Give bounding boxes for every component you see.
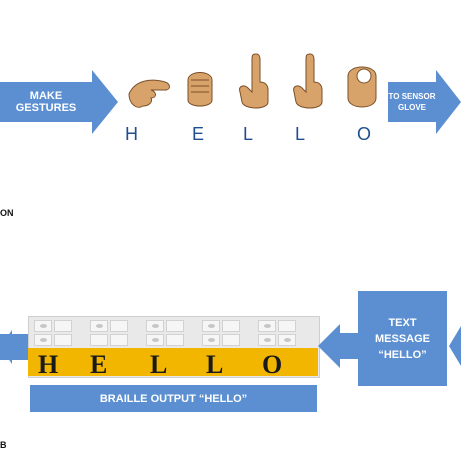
letter-h: H [125, 124, 138, 144]
hand-e-icon [187, 72, 213, 107]
braille-output-label: BRAILLE OUTPUT “HELLO” [99, 392, 248, 405]
to-sensor-glove-arrow: TO SENSOR GLOVE [388, 82, 436, 122]
text-message-line1: TEXT [388, 316, 417, 329]
caption-fragment-bottom: B [0, 440, 7, 450]
braille-output-left-arrow-head [0, 330, 12, 364]
letter-e: E [192, 124, 205, 144]
hand-l2-icon [293, 53, 323, 109]
braille-output-label-bar: BRAILLE OUTPUT “HELLO” [30, 385, 317, 412]
braille-letter-l1: L [150, 350, 172, 379]
make-gestures-arrow-head [92, 70, 118, 134]
hand-h-icon [128, 79, 170, 108]
letter-l2: L [295, 124, 306, 144]
text-message-line2: MESSAGE [374, 332, 430, 345]
text-to-braille-arrow-head [318, 324, 340, 368]
caption-fragment-top: ON [0, 208, 14, 218]
letter-o: O [357, 124, 372, 144]
text-message-in-arrow-head [449, 326, 461, 366]
braille-letter-l2: L [206, 350, 228, 379]
braille-letter-o: O [262, 350, 287, 379]
diagram-canvas: MAKE GESTURES TO SENSOR GLOVE H E L L O … [0, 0, 461, 461]
hand-l1-icon [239, 53, 269, 109]
braille-letter-h: H [38, 350, 63, 379]
make-gestures-label: MAKE GESTURES [15, 90, 77, 114]
to-sensor-glove-arrow-head [436, 70, 461, 134]
text-message-box: TEXT MESSAGE “HELLO” [358, 291, 447, 386]
text-to-braille-arrow [340, 333, 358, 359]
letter-l1: L [243, 124, 254, 144]
to-sensor-label-line1: TO SENSOR [388, 92, 436, 101]
make-gestures-arrow: MAKE GESTURES [0, 82, 92, 122]
hand-o-icon [347, 66, 377, 108]
braille-letter-e: E [90, 350, 112, 379]
to-sensor-label-line2: GLOVE [397, 103, 426, 112]
text-message-line3: “HELLO” [378, 348, 427, 361]
